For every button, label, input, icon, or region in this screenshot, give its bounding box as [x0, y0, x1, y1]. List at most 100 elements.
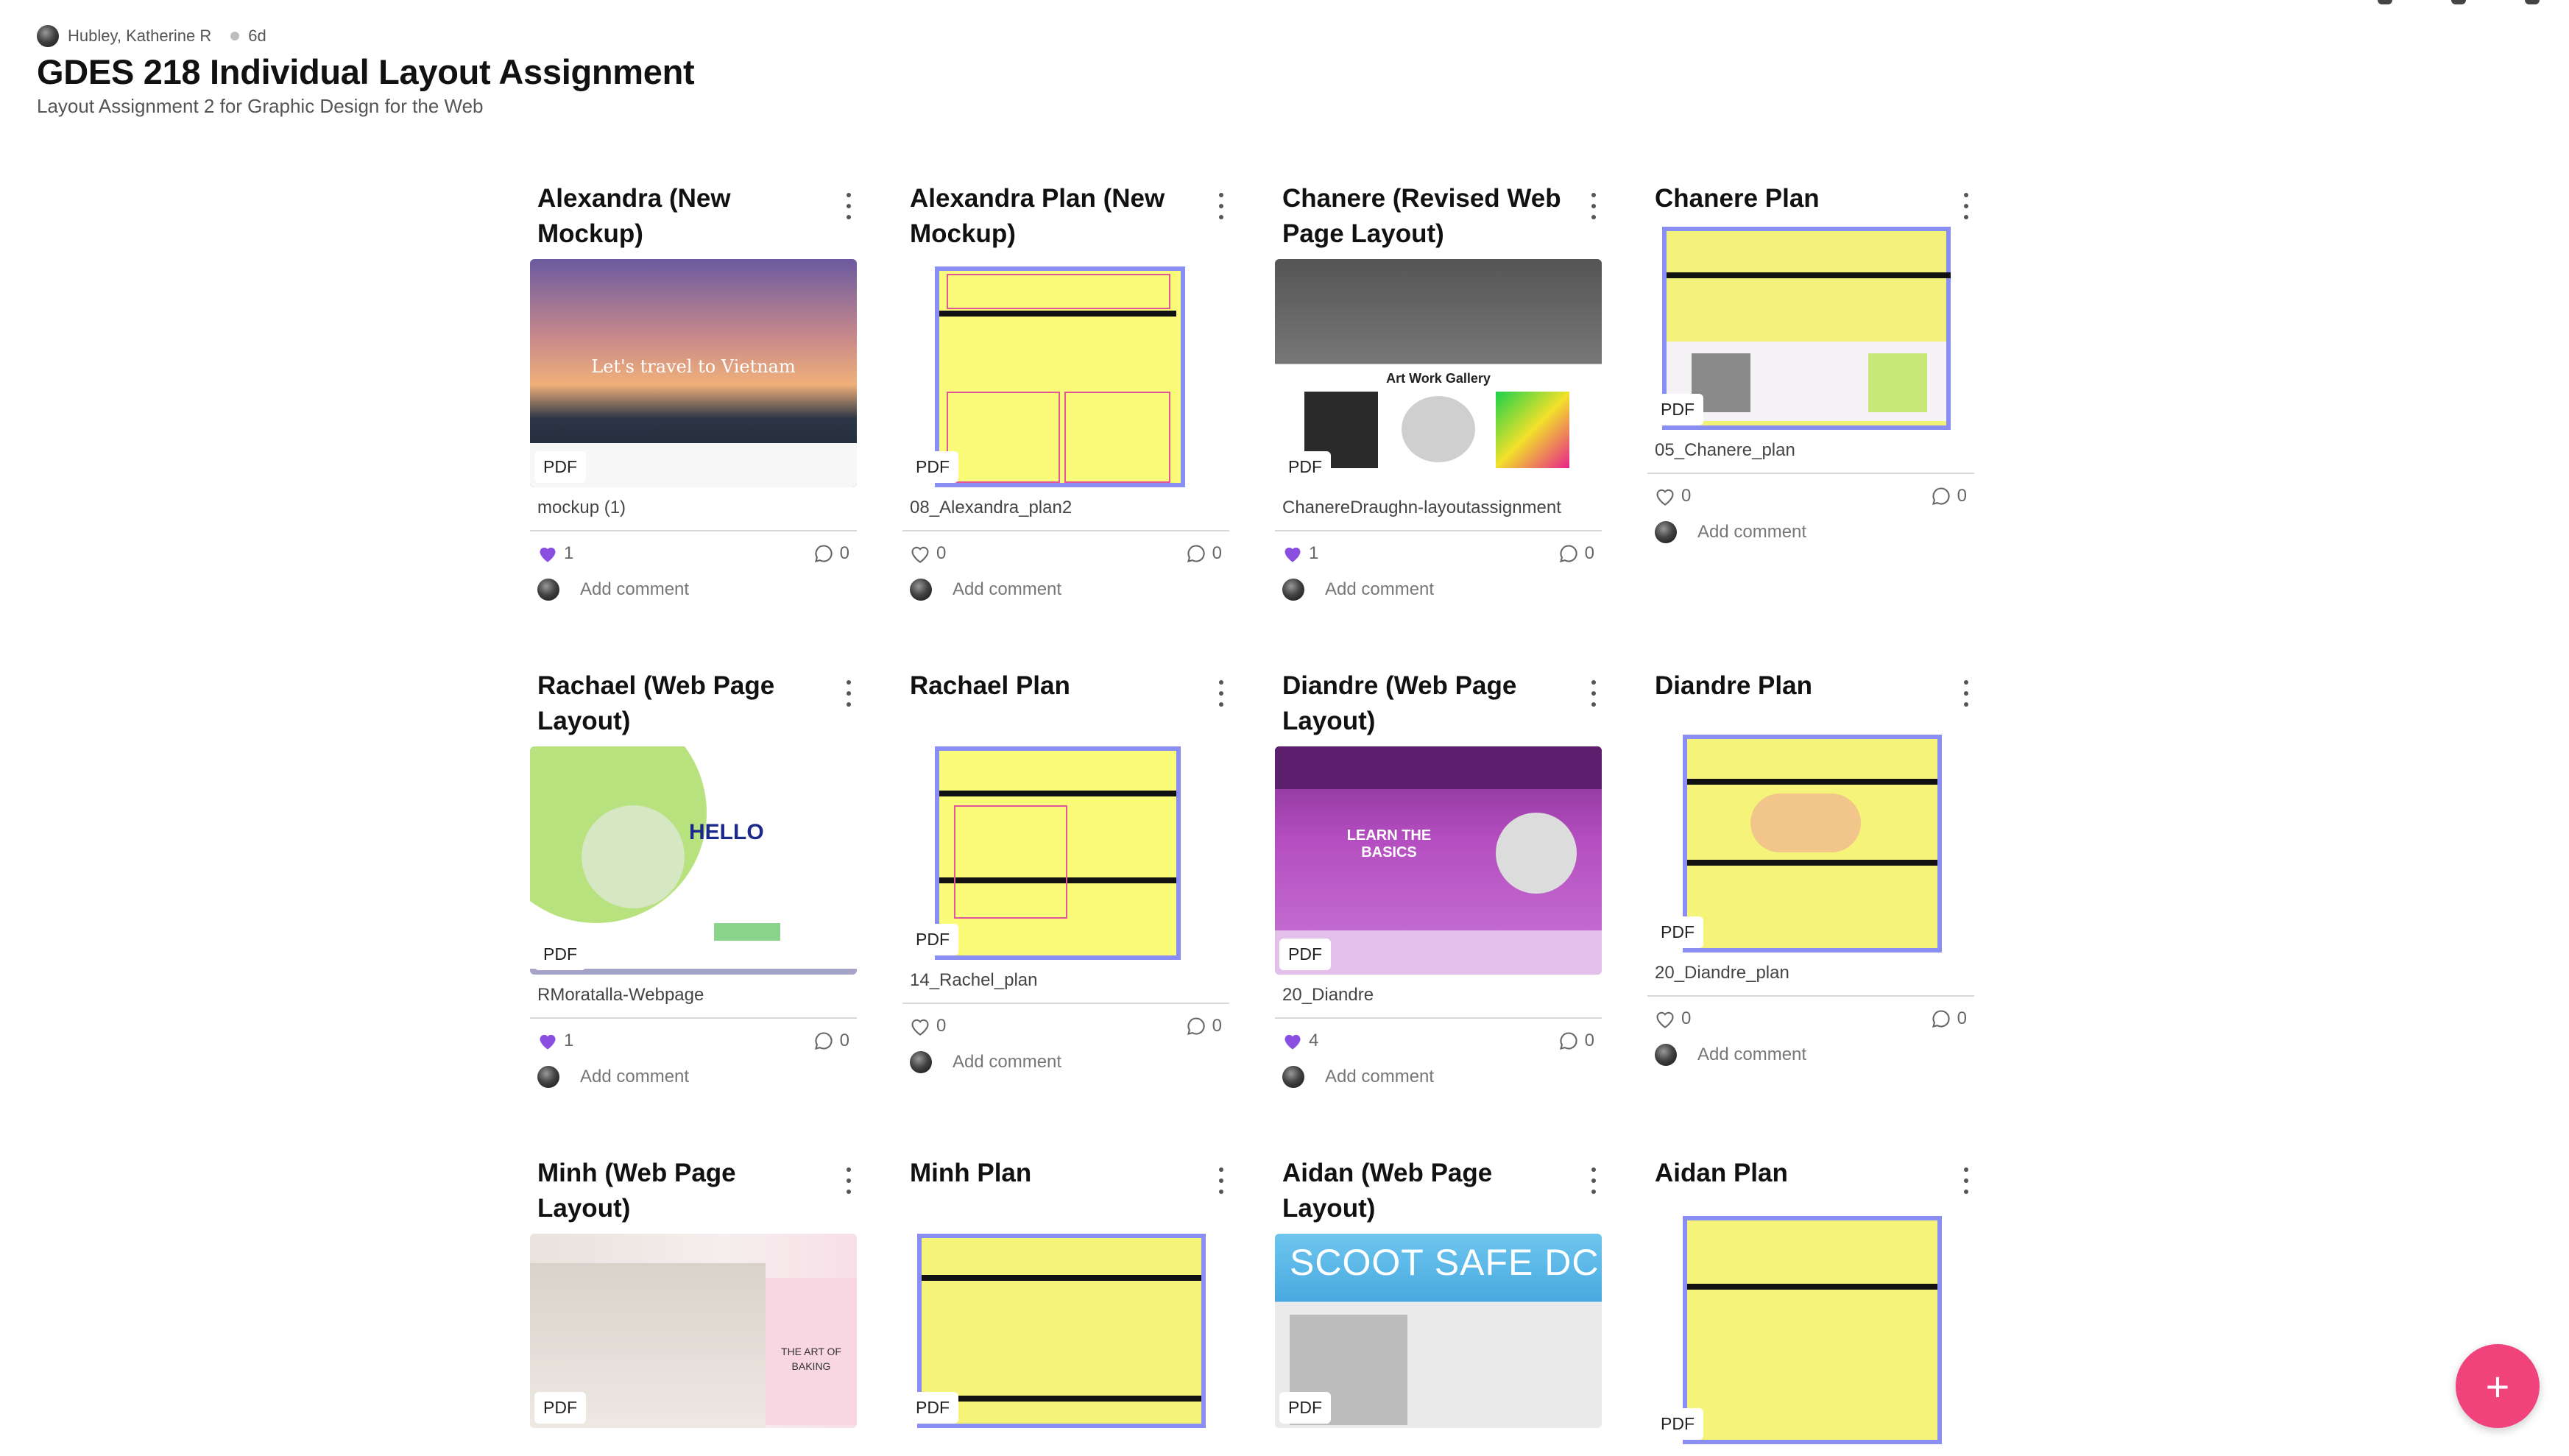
like-count: 1	[1309, 543, 1319, 563]
more-options-icon[interactable]	[1590, 680, 1597, 707]
attachment-thumbnail[interactable]: Art Work Gallery PDF	[1275, 259, 1602, 487]
user-avatar	[1655, 521, 1677, 543]
attachment-thumbnail[interactable]: PDF	[1647, 1216, 1974, 1444]
pdf-badge: PDF	[1652, 1408, 1703, 1440]
attachment-thumbnail[interactable]: SCOOT SAFE DC PDF	[1275, 1234, 1602, 1428]
page-title: GDES 218 Individual Layout Assignment	[37, 52, 695, 91]
more-options-icon[interactable]	[1218, 1167, 1225, 1194]
post-title: Rachael Plan	[910, 671, 1070, 700]
like-button[interactable]: 1	[537, 543, 573, 564]
add-comment-field[interactable]: Add comment	[902, 1051, 1229, 1073]
more-options-icon[interactable]	[845, 680, 852, 707]
attachment-filename: 05_Chanere_plan	[1647, 440, 1974, 474]
user-avatar	[537, 579, 559, 601]
comments-button[interactable]: 0	[1186, 543, 1222, 564]
post-card[interactable]: Alexandra (New Mockup) Let's travel to V…	[530, 181, 857, 601]
comments-button[interactable]: 0	[1558, 1031, 1594, 1051]
add-comment-field[interactable]: Add comment	[902, 579, 1229, 601]
comment-icon	[1187, 1017, 1205, 1035]
plus-icon: +	[2485, 1363, 2510, 1410]
heart-outline-icon	[911, 546, 929, 563]
add-comment-field[interactable]: Add comment	[1275, 1066, 1602, 1088]
page-subtitle: Layout Assignment 2 for Graphic Design f…	[37, 95, 484, 117]
post-card[interactable]: Diandre (Web Page Layout) LEARN THE BASI…	[1275, 668, 1602, 1088]
add-post-button[interactable]: +	[2456, 1344, 2540, 1428]
more-options-icon[interactable]	[1962, 1167, 1970, 1194]
like-button[interactable]: 4	[1282, 1031, 1318, 1051]
more-options-icon[interactable]	[1218, 680, 1225, 707]
author-avatar	[37, 25, 59, 47]
like-button[interactable]: 0	[1655, 1008, 1691, 1029]
post-title: Chanere Plan	[1655, 184, 1820, 213]
like-button[interactable]: 0	[910, 543, 946, 564]
add-comment-field[interactable]: Add comment	[530, 1066, 857, 1088]
heart-filled-icon	[1284, 547, 1301, 562]
user-avatar	[1655, 1044, 1677, 1066]
user-avatar	[910, 579, 932, 601]
post-card[interactable]: Aidan (Web Page Layout) SCOOT SAFE DC PD…	[1275, 1156, 1602, 1428]
post-card[interactable]: Aidan Plan PDF	[1647, 1156, 1974, 1444]
add-comment-placeholder: Add comment	[1325, 1067, 1435, 1086]
more-options-icon[interactable]	[1962, 680, 1970, 707]
attachment-thumbnail[interactable]: Let's travel to Vietnam PDF	[530, 259, 857, 487]
thumb-caption: Let's travel to Vietnam	[591, 356, 796, 377]
more-options-icon[interactable]	[1962, 193, 1970, 219]
like-button[interactable]: 0	[910, 1016, 946, 1036]
attachment-thumbnail[interactable]: PDF	[902, 259, 1229, 487]
more-options-icon[interactable]	[845, 1167, 852, 1194]
attachment-thumbnail[interactable]: PDF	[902, 1234, 1229, 1428]
like-count: 1	[564, 1031, 574, 1050]
like-count: 0	[1681, 486, 1692, 506]
pdf-badge: PDF	[534, 939, 586, 970]
like-count: 4	[1309, 1031, 1319, 1050]
post-card[interactable]: Rachael Plan PDF 14_Rachel_plan 0 0 Add …	[902, 668, 1229, 1073]
post-card[interactable]: Minh Plan PDF	[902, 1156, 1229, 1428]
comments-button[interactable]: 0	[1931, 1008, 1967, 1029]
thumb-caption: SCOOT SAFE DC	[1290, 1242, 1600, 1283]
post-title: Chanere (Revised Web Page Layout)	[1282, 184, 1561, 248]
like-button[interactable]: 1	[1282, 543, 1318, 564]
attachment-filename: mockup (1)	[530, 498, 857, 531]
more-options-icon[interactable]	[1218, 193, 1225, 219]
more-options-icon[interactable]	[1590, 1167, 1597, 1194]
comment-icon	[1932, 1010, 1950, 1028]
attachment-thumbnail[interactable]: THE ART OF BAKING PDF	[530, 1234, 857, 1428]
thumb-caption: HELLO	[689, 820, 764, 844]
comment-count: 0	[1584, 543, 1594, 563]
post-card[interactable]: Minh (Web Page Layout) THE ART OF BAKING…	[530, 1156, 857, 1428]
post-actions: 1 0	[530, 543, 857, 564]
post-title: Minh (Web Page Layout)	[537, 1159, 736, 1223]
add-comment-field[interactable]: Add comment	[1647, 1044, 1974, 1066]
add-comment-field[interactable]: Add comment	[530, 579, 857, 601]
comments-button[interactable]: 0	[813, 543, 849, 564]
like-button[interactable]: 0	[1655, 486, 1691, 506]
post-card[interactable]: Rachael (Web Page Layout) HELLO PDF RMor…	[530, 668, 857, 1088]
comments-button[interactable]: 0	[1931, 486, 1967, 506]
like-button[interactable]: 1	[537, 1031, 573, 1051]
attachment-filename: 08_Alexandra_plan2	[902, 498, 1229, 531]
post-title: Minh Plan	[910, 1159, 1032, 1187]
pdf-badge: PDF	[534, 1392, 586, 1424]
add-comment-field[interactable]: Add comment	[1275, 579, 1602, 601]
post-card[interactable]: Chanere (Revised Web Page Layout) Art Wo…	[1275, 181, 1602, 601]
post-actions: 1 0	[1275, 543, 1602, 564]
attachment-thumbnail[interactable]: LEARN THE BASICS PDF	[1275, 746, 1602, 975]
attachment-thumbnail[interactable]: PDF	[902, 746, 1229, 960]
post-title: Diandre Plan	[1655, 671, 1812, 700]
more-options-icon[interactable]	[1590, 193, 1597, 219]
attachment-filename: ChanereDraughn-layoutassignment	[1275, 498, 1602, 531]
attachment-thumbnail[interactable]: PDF	[1647, 735, 1974, 953]
attachment-thumbnail[interactable]: HELLO PDF	[530, 746, 857, 975]
more-options-icon[interactable]	[845, 193, 852, 219]
comments-button[interactable]: 0	[813, 1031, 849, 1051]
post-card[interactable]: Chanere Plan PDF 05_Chanere_plan 0 0 Add…	[1647, 181, 1974, 543]
post-card[interactable]: Alexandra Plan (New Mockup) PDF 08_Alexa…	[902, 181, 1229, 601]
comments-button[interactable]: 0	[1558, 543, 1594, 564]
add-comment-placeholder: Add comment	[1697, 522, 1807, 542]
top-toolbar-fragment	[2378, 0, 2540, 7]
post-title: Aidan (Web Page Layout)	[1282, 1159, 1493, 1223]
post-card[interactable]: Diandre Plan PDF 20_Diandre_plan 0 0 Add…	[1647, 668, 1974, 1066]
comments-button[interactable]: 0	[1186, 1016, 1222, 1036]
add-comment-field[interactable]: Add comment	[1647, 521, 1974, 543]
attachment-thumbnail[interactable]: PDF	[1647, 224, 1974, 430]
